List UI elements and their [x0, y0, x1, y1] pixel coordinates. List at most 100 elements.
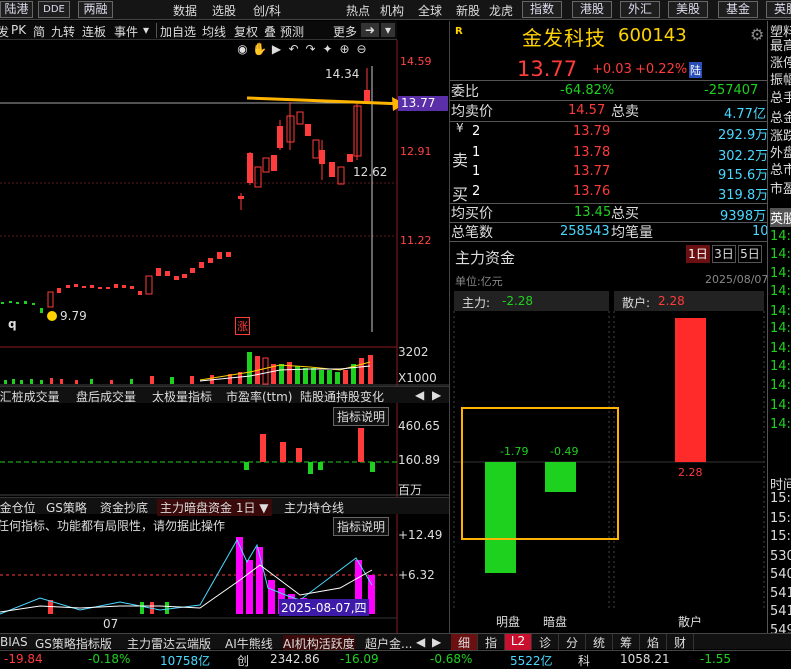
yen-icon: ¥	[456, 121, 464, 135]
right-tab-item[interactable]: 指	[478, 634, 505, 650]
tab-fund-position[interactable]: ..金仓位	[0, 499, 36, 516]
anpan-value: -0.49	[550, 445, 578, 458]
indicator-explain-button[interactable]: 指标说明	[333, 407, 390, 426]
side-quote-column: 塑料最高涨停振幅总手总金涨跌外盘总市市盈英股14:514:514:514:514…	[767, 21, 791, 641]
indicator-tabs: ..汇桩成交量 盘后成交量 太极量指标 市盈率(ttm) 陆股通持股变化 ◀ ▶	[0, 386, 449, 405]
stock-change: +0.03	[592, 62, 632, 77]
side-quote-item: 15:0	[770, 511, 791, 526]
right-tab-item[interactable]: 细	[451, 634, 478, 650]
nav-tab-hk[interactable]: 港股	[572, 1, 612, 18]
side-quote-item: 14:5	[770, 321, 791, 336]
tab-bias[interactable]: BIAS	[0, 635, 28, 649]
tab-left-arrow[interactable]: ◀	[415, 388, 424, 402]
nav-tab-uk[interactable]: 英股	[766, 1, 791, 18]
label-anpan: 暗盘	[543, 615, 568, 629]
right-tab-item[interactable]: 分	[559, 634, 586, 650]
nav-tab-lugang[interactable]: 陆港	[0, 1, 33, 18]
chart-area	[0, 40, 449, 633]
ind-axis-top: 460.65	[398, 419, 440, 433]
right-tab-item[interactable]: 筹	[613, 634, 640, 650]
tab-after-volume[interactable]: 盘后成交量	[76, 388, 136, 405]
label-retail: 散户	[678, 615, 703, 629]
menu-hotspot[interactable]: 热点	[346, 2, 370, 19]
ind-axis-unit: 百万	[398, 483, 423, 497]
tb-more[interactable]: 更多	[333, 23, 357, 40]
avg-sell-label: 均卖价	[451, 104, 493, 120]
weibi-pct: -64.82%	[560, 83, 615, 98]
tab-bottom-fishing[interactable]: 资金抄底	[100, 499, 148, 516]
level-4-vol: 319.8万	[718, 188, 769, 203]
side-quote-item: 541	[770, 604, 791, 619]
menu-chuangke[interactable]: 创/科	[253, 2, 281, 19]
tb-fa[interactable]: 发	[0, 23, 9, 40]
tb-jiuzhuan[interactable]: 九转	[51, 23, 75, 40]
tb-pk[interactable]: PK	[11, 23, 26, 37]
level-1-vol: 292.9万	[718, 128, 769, 143]
volume-axis-unit: X1000	[398, 371, 437, 385]
menu-ipo[interactable]: 新股	[456, 2, 480, 19]
bar-mingpan	[485, 462, 516, 573]
tb-event[interactable]: 事件	[114, 23, 138, 40]
nav-tab-dde[interactable]: DDE	[38, 1, 70, 18]
fund-month-label: 07	[103, 617, 119, 631]
menu-global[interactable]: 全球	[418, 2, 442, 19]
zhangting-marker: 涨	[235, 317, 250, 335]
right-tab-item[interactable]: 统	[586, 634, 613, 650]
retail-label: 散户:	[622, 296, 651, 310]
tb-fuquan[interactable]: 复权	[234, 23, 258, 40]
tab-lugutong[interactable]: 陆股通持股变化	[300, 388, 384, 405]
fund-date: 2025/08/07	[705, 273, 769, 286]
tb-lianban[interactable]: 连板	[82, 23, 106, 40]
tab-right-arrow[interactable]: ▶	[432, 388, 441, 402]
bottom-left-arrow[interactable]: ◀	[416, 635, 425, 649]
tab-main-dark-fund[interactable]: 主力暗盘资金 1日 ▼	[157, 499, 272, 516]
side-quote-item: 14:5	[770, 229, 791, 244]
total-sell-label: 总卖	[611, 104, 639, 120]
total-sell: 4.77亿	[724, 107, 766, 122]
exit-icon[interactable]: ➜	[361, 23, 379, 37]
menu-data[interactable]: 数据	[173, 2, 197, 19]
side-quote-item: 市盈	[770, 182, 791, 197]
tb-simple[interactable]: 简	[33, 23, 45, 40]
right-tab-item[interactable]: L2	[505, 634, 532, 650]
tb-event-dropdown[interactable]: ▾	[143, 23, 149, 37]
level-1-n: 2	[472, 124, 481, 139]
tab-holding-line[interactable]: 主力持仓线	[284, 499, 344, 516]
right-tab-item[interactable]: 焰	[640, 634, 667, 650]
total-count: 258543	[560, 224, 610, 239]
menu-institution[interactable]: 机构	[380, 2, 404, 19]
tb-add-watch[interactable]: 加自选	[160, 23, 196, 40]
nav-tab-rongzi[interactable]: 两融	[78, 1, 113, 18]
menu-stock-pick[interactable]: 选股	[212, 2, 236, 19]
status-item: 5522亿	[510, 654, 553, 668]
main-label: 主力:	[462, 296, 491, 310]
nav-tab-fx[interactable]: 外汇	[620, 1, 660, 18]
nav-tab-fund[interactable]: 基金	[718, 1, 758, 18]
period-1d[interactable]: 1日	[686, 245, 710, 263]
tab-zhuang-volume[interactable]: ..汇桩成交量	[0, 388, 60, 405]
tab-taiji[interactable]: 太极量指标	[152, 388, 212, 405]
level-2-vol: 302.2万	[718, 149, 769, 164]
fund-tabs: ..金仓位 GS策略 资金抄底 主力暗盘资金 1日 ▼ 主力持仓线	[0, 497, 449, 516]
period-5d[interactable]: 5日	[738, 245, 762, 263]
tb-ma[interactable]: 均线	[202, 23, 226, 40]
chevron-down-icon[interactable]: ▾	[381, 23, 395, 37]
right-tab-item[interactable]: 财	[667, 634, 694, 650]
fund-explain-button[interactable]: 指标说明	[333, 517, 390, 536]
tab-pe-ttm[interactable]: 市盈率(ttm)	[226, 388, 292, 405]
tb-overlay[interactable]: 叠	[264, 23, 276, 40]
level-3-vol: 915.6万	[718, 168, 769, 183]
tb-predict[interactable]: 预测	[280, 23, 304, 40]
menu-dragon-tiger[interactable]: 龙虎	[489, 2, 513, 19]
gear-icon[interactable]: ⚙	[750, 25, 764, 44]
stock-change-pct: +0.22%	[635, 62, 688, 77]
nav-tab-us[interactable]: 美股	[668, 1, 708, 18]
bottom-right-arrow[interactable]: ▶	[432, 635, 441, 649]
period-3d[interactable]: 3日	[712, 245, 736, 263]
nav-tab-index[interactable]: 指数	[522, 1, 562, 18]
right-tab-item[interactable]: 诊	[532, 634, 559, 650]
side-quote-item: 14:5	[770, 398, 791, 413]
tab-gs-strategy[interactable]: GS策略	[46, 499, 87, 516]
side-quote-item: 14:5	[770, 304, 791, 319]
status-item: -0.68%	[430, 652, 473, 666]
